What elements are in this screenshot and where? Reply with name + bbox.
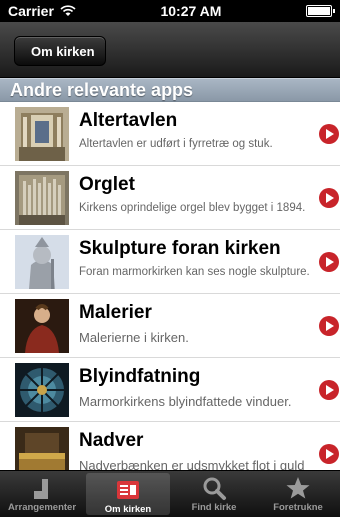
communion-thumbnail [15, 427, 69, 470]
events-icon [34, 479, 48, 499]
row-title: Malerier [79, 302, 152, 323]
apps-list[interactable]: Altertavlen Altertavlen er udført i fyrr… [0, 102, 340, 470]
status-time: 10:27 AM [160, 3, 222, 19]
list-item[interactable]: Orglet Kirkens oprindelige orgel blev by… [0, 166, 340, 230]
disclosure-arrow-icon[interactable] [319, 316, 339, 336]
row-title: Skulpture foran kirken [79, 238, 281, 259]
stained-glass-thumbnail [15, 363, 69, 417]
row-title: Nadver [79, 430, 144, 451]
tab-church-info[interactable]: Om kirken [86, 473, 170, 515]
disclosure-arrow-icon[interactable] [319, 380, 339, 400]
carrier-label: Carrier [8, 3, 54, 19]
tab-label: Arrangementer [7, 502, 77, 513]
row-subtitle: Foran marmorkirken kan ses nogle skulptu… [79, 266, 310, 278]
disclosure-arrow-icon[interactable] [319, 188, 339, 208]
list-item[interactable]: Nadver Nadverbænken er udsmykket flot i … [0, 422, 340, 470]
row-title: Altertavlen [79, 110, 178, 131]
disclosure-arrow-icon[interactable] [319, 124, 339, 144]
list-item[interactable]: Malerier Malerierne i kirken. [0, 294, 340, 358]
sculpture-thumbnail [15, 235, 69, 289]
disclosure-arrow-icon[interactable] [319, 444, 339, 464]
list-item[interactable]: Altertavlen Altertavlen er udført i fyrr… [0, 102, 340, 166]
disclosure-arrow-icon[interactable] [319, 252, 339, 272]
back-button[interactable]: Om kirken [14, 36, 106, 66]
tab-bar: Arrangementer Om kirken Find kirke Foret… [0, 470, 340, 517]
search-icon [203, 477, 226, 500]
row-title: Orglet [79, 174, 135, 195]
painting-thumbnail [15, 299, 69, 353]
row-subtitle: Kirkens oprindelige orgel blev bygget i … [79, 202, 306, 214]
status-bar: Carrier 10:27 AM [0, 0, 340, 22]
tab-find-church[interactable]: Find kirke [172, 471, 256, 517]
tab-label: Om kirken [104, 504, 152, 515]
tab-favorites[interactable]: Foretrukne [256, 471, 340, 517]
tab-label: Foretrukne [273, 502, 323, 513]
row-subtitle: Marmorkirkens blyindfattede vinduer. [79, 394, 292, 409]
row-title: Blyindfatning [79, 366, 201, 387]
section-header: Andre relevante apps [0, 78, 340, 102]
church-info-icon [117, 481, 139, 499]
row-subtitle: Malerierne i kirken. [79, 330, 189, 345]
list-item[interactable]: Skulpture foran kirken Foran marmorkirke… [0, 230, 340, 294]
altarpiece-thumbnail [15, 107, 69, 161]
status-left: Carrier [8, 3, 76, 19]
row-subtitle: Altertavlen er udført i fyrretræ og stuk… [79, 138, 273, 150]
star-icon [286, 477, 310, 499]
row-subtitle: Nadverbænken er udsmykket flot i guld [79, 458, 305, 470]
tab-events[interactable]: Arrangementer [0, 471, 84, 517]
battery-icon [306, 5, 335, 17]
navigation-bar: Om kirken [0, 22, 340, 78]
wifi-icon [60, 5, 76, 16]
organ-thumbnail [15, 171, 69, 225]
back-button-label: Om kirken [31, 43, 95, 59]
list-item[interactable]: Blyindfatning Marmorkirkens blyindfatted… [0, 358, 340, 422]
tab-label: Find kirke [191, 502, 237, 513]
